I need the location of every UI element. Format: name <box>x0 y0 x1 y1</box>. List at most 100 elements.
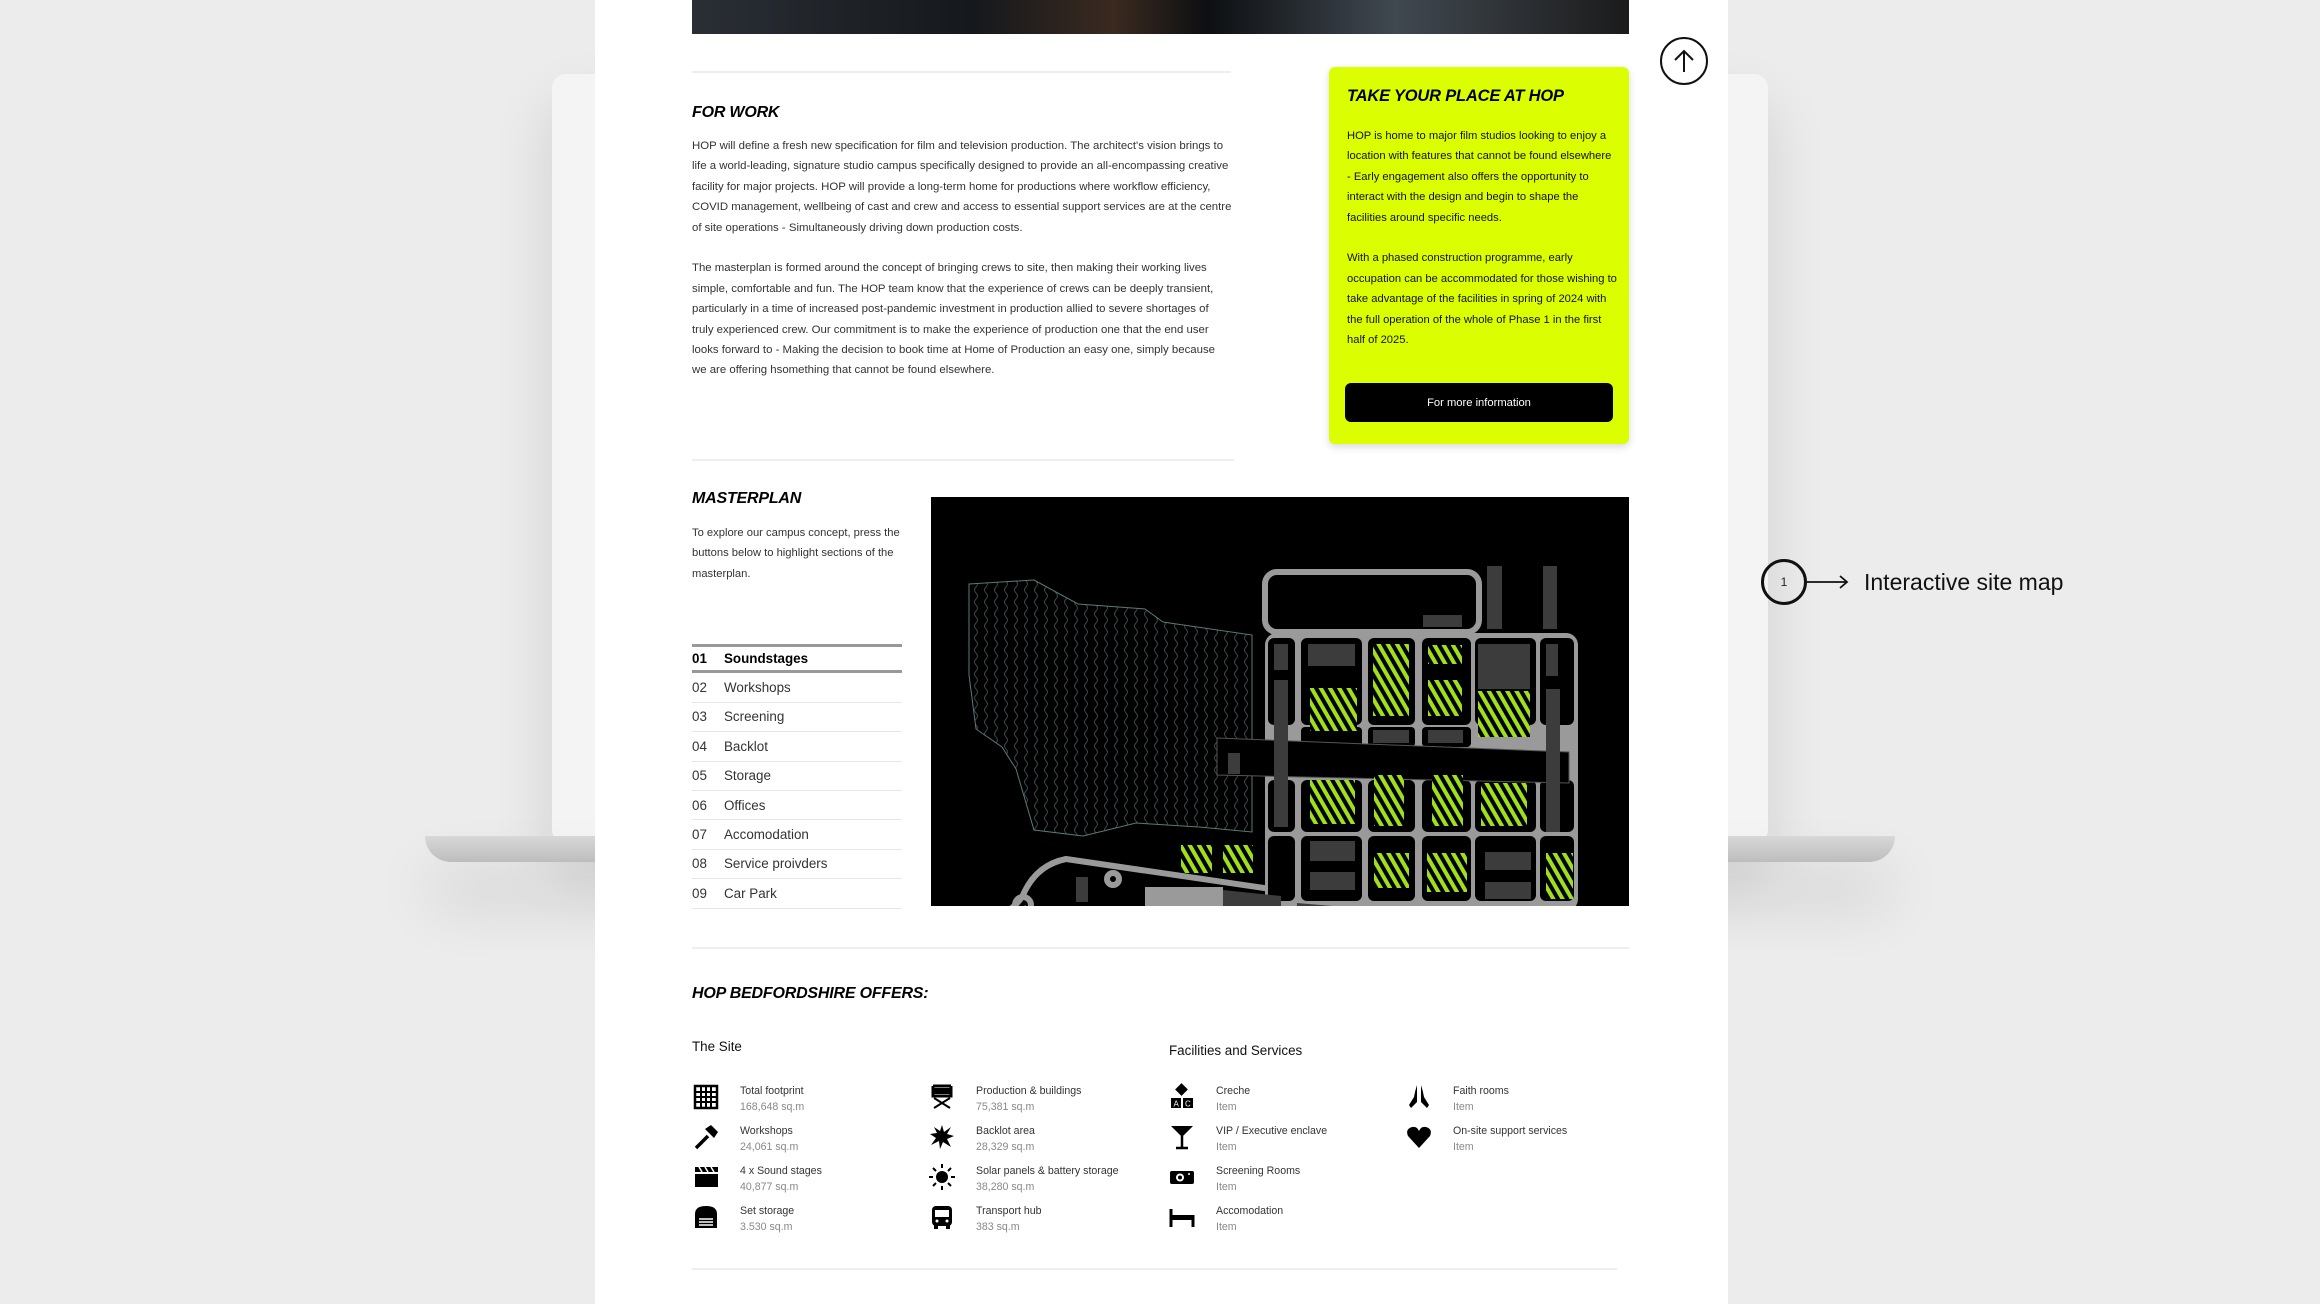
offer-label: 4 x Sound stages <box>740 1165 822 1177</box>
offers-title: HOP BEDFORDSHIRE OFFERS: <box>692 985 929 1002</box>
card-title: TAKE YOUR PLACE AT HOP <box>1347 87 1564 105</box>
hero-image <box>692 0 1629 34</box>
building <box>1543 566 1557 629</box>
offer-label: Set storage <box>740 1205 795 1217</box>
offer-value: Item <box>1216 1141 1237 1153</box>
grid-icon <box>693 1084 719 1110</box>
offer-label: Faith rooms <box>1453 1085 1509 1097</box>
paragraph: HOP will define a fresh new specificatio… <box>692 140 1232 234</box>
building <box>1546 644 1558 676</box>
masterplan-title: MASTERPLAN <box>692 490 802 507</box>
offer-label: Production & buildings <box>976 1085 1082 1097</box>
offer-item: Accomodation Item <box>1168 1203 1283 1235</box>
garage-icon <box>695 1206 717 1228</box>
card-text: HOP is home to major film studios lookin… <box>1347 126 1617 350</box>
item-number: 09 <box>692 885 707 901</box>
soundstage-highlight <box>1481 783 1527 826</box>
masterplan-item-service-proivders[interactable]: 08 Service proivders <box>692 850 902 880</box>
building <box>1274 644 1288 670</box>
offer-value: Item <box>1216 1101 1237 1113</box>
clapperboard-icon <box>695 1166 718 1187</box>
item-number: 04 <box>692 738 707 754</box>
offer-item: Transport hub 383 sq.m <box>928 1203 1042 1235</box>
building <box>1428 730 1463 743</box>
annotation-number: 1 <box>1761 559 1807 605</box>
facilities-subtitle: Facilities and Services <box>1169 1043 1303 1058</box>
praying-hands-icon <box>1409 1085 1429 1108</box>
offer-value: Item <box>1216 1181 1237 1193</box>
offer-value: 40,877 sq.m <box>740 1181 799 1193</box>
building <box>1310 872 1355 890</box>
more-info-button[interactable]: For more information <box>1345 383 1613 422</box>
building <box>1274 680 1288 827</box>
offer-label: On-site support services <box>1453 1125 1568 1137</box>
offer-label: Solar panels & battery storage <box>976 1165 1119 1177</box>
heart-icon <box>1407 1126 1431 1148</box>
offer-value: 28,329 sq.m <box>976 1141 1035 1153</box>
offer-label: Transport hub <box>976 1205 1042 1217</box>
offer-item: VIP / Executive enclave Item <box>1168 1123 1327 1155</box>
explosion-icon <box>930 1125 954 1149</box>
masterplan-item-car-park[interactable]: 09 Car Park <box>692 879 902 909</box>
lake <box>968 579 1253 837</box>
masterplan-item-offices[interactable]: 06 Offices <box>692 791 902 821</box>
offer-item: On-site support services Item <box>1405 1123 1567 1155</box>
site-block <box>1268 836 1295 901</box>
offer-item: Total footprint 168,648 sq.m <box>692 1083 804 1115</box>
paragraph: HOP is home to major film studios lookin… <box>1347 130 1612 224</box>
soundstage-highlight <box>1478 691 1530 737</box>
item-label: Service proivders <box>724 856 828 872</box>
offer-item: A C Creche Item <box>1168 1083 1250 1115</box>
divider <box>692 947 1629 949</box>
masterplan-item-accomodation[interactable]: 07 Accomodation <box>692 820 902 850</box>
soundstage-highlight <box>1546 853 1573 899</box>
svg-text:A: A <box>1174 1100 1180 1109</box>
offer-item: 4 x Sound stages 40,877 sq.m <box>692 1163 822 1195</box>
item-number: 01 <box>692 651 707 667</box>
annotation: 1 Interactive site map <box>1761 559 2063 605</box>
soundstage-highlight <box>1428 680 1462 716</box>
soundstage-highlight <box>1427 853 1467 892</box>
masterplan-item-storage[interactable]: 05 Storage <box>692 762 902 791</box>
offer-value: 38,280 sq.m <box>976 1181 1035 1193</box>
building <box>1485 852 1531 870</box>
masterplan-item-backlot[interactable]: 04 Backlot <box>692 732 902 762</box>
offer-value: 24,061 sq.m <box>740 1141 799 1153</box>
offer-label: VIP / Executive enclave <box>1216 1125 1328 1137</box>
scroll-top-button[interactable] <box>1660 37 1708 85</box>
soundstage-highlight <box>1374 775 1404 826</box>
item-label: Backlot <box>724 738 768 754</box>
masterplan-list: 01 Soundstages 02 Workshops 03 Screening 04 Bac… <box>692 644 902 909</box>
item-number: 08 <box>692 856 707 872</box>
offer-value: 383 sq.m <box>976 1221 1020 1233</box>
arrow-right-icon <box>1807 575 1849 589</box>
site-map[interactable] <box>931 497 1629 980</box>
paragraph: With a phased construction programme, ea… <box>1347 252 1617 347</box>
divider <box>692 1268 1617 1270</box>
offer-value: 168,648 sq.m <box>740 1101 805 1113</box>
soundstage-highlight <box>1432 775 1463 826</box>
masterplan-item-workshops[interactable]: 02 Workshops <box>692 673 902 703</box>
soundstage-highlight <box>1374 853 1409 888</box>
masterplan-item-screening[interactable]: 03 Screening <box>692 703 902 733</box>
sun-icon <box>929 1164 955 1190</box>
soundstage-highlight <box>1310 688 1357 731</box>
offer-label: Creche <box>1216 1085 1251 1097</box>
offer-label: Backlot area <box>976 1125 1035 1137</box>
masterplan-item-soundstages[interactable]: 01 Soundstages <box>692 644 902 674</box>
offer-item: Screening Rooms Item <box>1168 1163 1300 1195</box>
bed-icon <box>1169 1209 1195 1227</box>
offer-value: Item <box>1453 1101 1474 1113</box>
divider <box>692 459 1234 461</box>
item-label: Screening <box>724 709 785 725</box>
item-number: 02 <box>692 680 707 696</box>
bus-icon <box>932 1206 952 1229</box>
building <box>1485 882 1531 899</box>
item-label: Soundstages <box>724 651 809 667</box>
building <box>1546 689 1560 832</box>
offer-value: Item <box>1216 1221 1237 1233</box>
item-label: Offices <box>724 797 766 813</box>
item-number: 06 <box>692 797 707 813</box>
offer-label: Screening Rooms <box>1216 1165 1301 1177</box>
soundstage-highlight <box>1310 780 1355 824</box>
